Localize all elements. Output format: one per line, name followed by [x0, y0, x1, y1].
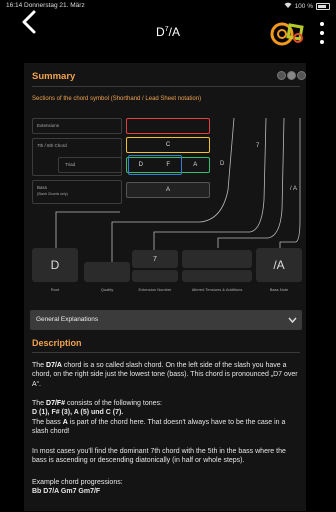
symbol-label: Quality [100, 287, 114, 292]
symbol-bass-value: /A [273, 258, 285, 272]
description-paragraph: The D7/F# consists of the following tone… [32, 399, 302, 408]
symbol-alterations [182, 250, 252, 268]
text-bold: D7/F# [46, 400, 66, 407]
text: chord is a so called slash chord. On the… [32, 362, 298, 388]
symbol-label: Root [50, 287, 60, 292]
symbol-extension-value: 7 [153, 255, 157, 263]
description-paragraph: Example chord progressions: [32, 479, 123, 486]
text: is part of the chord here. That doesn't … [32, 419, 286, 436]
symbol-label: Altered Tensions & Additions [191, 287, 243, 292]
symbol-bass: /A [256, 248, 302, 282]
symbol-label: Bass Note [269, 287, 289, 292]
symbol-label: Extension Number [138, 287, 172, 292]
symbol-root-value: D [50, 258, 60, 272]
text-bold: D7/A [46, 362, 62, 369]
symbol-extension-lower [132, 270, 178, 282]
symbol-alterations-lower [182, 270, 252, 282]
text: consists of the following tones: [65, 400, 162, 407]
symbol-root: D [32, 248, 78, 282]
general-explanations-toggle[interactable]: General Explanations [30, 310, 302, 330]
symbol-quality [84, 262, 130, 282]
text: The [32, 362, 47, 369]
description-heading: Description [32, 338, 82, 348]
chevron-down-icon [288, 317, 297, 324]
description-paragraph: In most cases you'll find the dominant 7… [32, 448, 286, 465]
text: The [32, 400, 47, 407]
symbol-extension: 7 [132, 250, 178, 268]
description-paragraph: The D7/A chord is a so called slash chor… [32, 361, 302, 389]
description-progression: Bb D7/A Gm7 Gm7/F [32, 488, 101, 495]
divider [32, 352, 300, 353]
description-paragraph: The bass A is part of the chord here. Th… [32, 418, 302, 437]
description-tones: D (1), F# (3), A (5) und C (7). [32, 409, 124, 416]
general-explanations-label: General Explanations [36, 316, 99, 323]
text: The bass [32, 419, 63, 426]
